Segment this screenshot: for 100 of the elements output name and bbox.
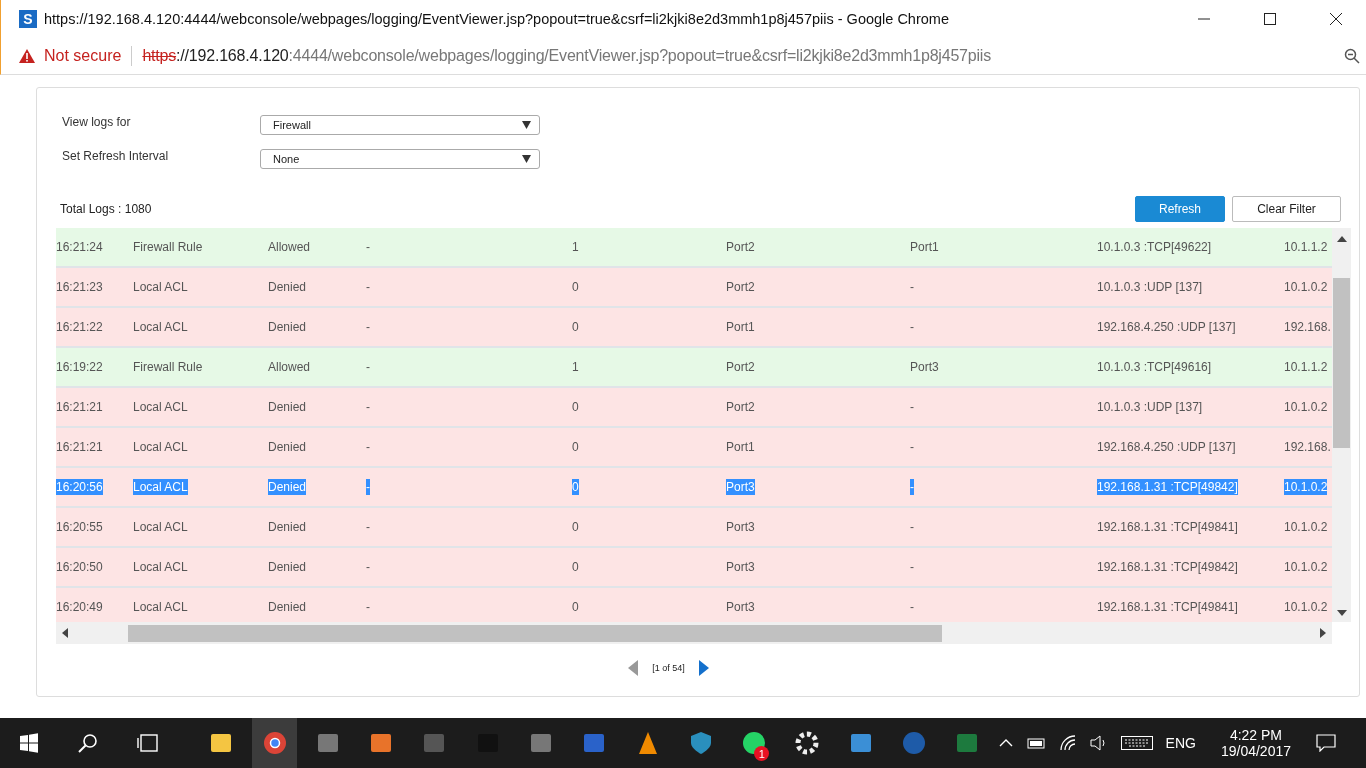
table-cell: - bbox=[366, 359, 370, 375]
security-status[interactable]: Not secure bbox=[44, 47, 122, 65]
table-cell: 10.1.0.2 bbox=[1284, 519, 1328, 535]
table-cell: 0 bbox=[572, 399, 579, 415]
filter-label: View logs for bbox=[62, 115, 132, 129]
table-cell: Port2 bbox=[726, 239, 755, 255]
table-cell: 16:20:49 bbox=[56, 599, 103, 615]
log-row[interactable]: 16:21:21 Local ACL Denied - 0 Port2 - 10.1.0.3 :UDP [137] 10.1.0.2 bbox=[56, 388, 1332, 428]
table-cell: 192.168.4.250 :UDP [137] bbox=[1097, 319, 1236, 335]
refresh-button[interactable]: Refresh bbox=[1135, 196, 1225, 222]
scroll-up-icon[interactable] bbox=[1336, 236, 1347, 242]
dropdown-arrow-icon bbox=[522, 121, 531, 129]
log-row[interactable]: 16:20:50 Local ACL Denied - 0 Port3 - 192.168.1.31 :TCP[49842] 10.1.0.2 bbox=[56, 548, 1332, 588]
log-row[interactable]: 16:20:49 Local ACL Denied - 0 Port3 - 192.168.1.31 :TCP[49841] 10.1.0.2 bbox=[56, 588, 1332, 622]
filter-label: Set Refresh Interval bbox=[62, 149, 170, 163]
table-cell: 192.168.1.31 :TCP[49841] bbox=[1097, 519, 1238, 535]
table-cell: - bbox=[910, 399, 914, 415]
dropdown[interactable]: Firewall bbox=[260, 115, 540, 135]
table-cell: 10.1.0.3 :TCP[49616] bbox=[1097, 359, 1212, 375]
table-cell: 16:21:24 bbox=[56, 239, 103, 255]
table-cell: - bbox=[910, 519, 914, 535]
scroll-right-icon[interactable] bbox=[1320, 628, 1326, 638]
table-cell: - bbox=[366, 479, 370, 495]
horizontal-scrollbar[interactable] bbox=[56, 622, 1332, 644]
table-cell: Port3 bbox=[726, 559, 755, 575]
gear-icon bbox=[794, 730, 821, 756]
table-cell: Port3 bbox=[726, 479, 755, 495]
table-cell: 192.168. bbox=[1284, 439, 1331, 455]
dropdown[interactable]: None bbox=[260, 149, 540, 169]
table-cell: Local ACL bbox=[133, 439, 188, 455]
table-cell: 1 bbox=[572, 239, 579, 255]
table-cell: Port3 bbox=[910, 359, 939, 375]
table-cell: 16:19:22 bbox=[56, 359, 103, 375]
table-cell: Port2 bbox=[726, 359, 755, 375]
clear-filter-button[interactable]: Clear Filter bbox=[1232, 196, 1341, 222]
table-cell: 192.168.4.250 :UDP [137] bbox=[1097, 439, 1236, 455]
table-cell: 0 bbox=[572, 559, 579, 575]
table-cell: Local ACL bbox=[133, 279, 188, 295]
table-cell: Port2 bbox=[726, 399, 755, 415]
table-cell: Allowed bbox=[268, 239, 311, 255]
taskbar-button[interactable]: 1 bbox=[732, 718, 777, 768]
notification-badge: 1 bbox=[754, 746, 770, 761]
log-row[interactable]: 16:19:22 Firewall Rule Allowed - 1 Port2 Port3 10.1.0.3 :TCP[49616] 10.1.1.2 bbox=[56, 348, 1332, 388]
scroll-down-icon[interactable] bbox=[1336, 610, 1347, 616]
log-row[interactable]: 16:20:55 Local ACL Denied - 0 Port3 - 192.168.1.31 :TCP[49841] 10.1.0.2 bbox=[56, 508, 1332, 548]
keyboard-icon[interactable] bbox=[1120, 735, 1153, 751]
table-cell: - bbox=[910, 279, 914, 295]
table-cell: Local ACL bbox=[133, 519, 188, 535]
language-indicator[interactable]: ENG bbox=[1165, 735, 1196, 751]
table-cell: - bbox=[366, 319, 370, 335]
table-cell: Local ACL bbox=[133, 319, 188, 335]
table-cell: 192.168.1.31 :TCP[49842] bbox=[1097, 559, 1238, 575]
table-cell: 16:20:56 bbox=[56, 479, 103, 495]
table-cell: 0 bbox=[572, 479, 579, 495]
clock-date[interactable]: 19/04/2017 bbox=[1220, 743, 1291, 759]
table-cell: - bbox=[366, 439, 370, 455]
table-cell: 10.1.0.3 :UDP [137] bbox=[1097, 279, 1203, 295]
table-cell: 16:20:55 bbox=[56, 519, 103, 535]
table-cell: Local ACL bbox=[133, 599, 188, 615]
close-icon[interactable] bbox=[1330, 13, 1342, 25]
log-row[interactable]: 16:21:24 Firewall Rule Allowed - 1 Port2 Port1 10.1.0.3 :TCP[49622] 10.1.1.2 bbox=[56, 228, 1332, 268]
caret-icon[interactable] bbox=[998, 739, 1013, 747]
table-cell: - bbox=[910, 479, 914, 495]
table-cell: 192.168.1.31 :TCP[49842] bbox=[1097, 479, 1238, 495]
table-cell: 0 bbox=[572, 439, 579, 455]
zoom-icon[interactable] bbox=[1344, 48, 1360, 64]
log-row[interactable]: 16:21:21 Local ACL Denied - 0 Port1 - 192.168.4.250 :UDP [137] 192.168. bbox=[56, 428, 1332, 468]
table-cell: Local ACL bbox=[133, 559, 188, 575]
table-cell: 10.1.0.2 bbox=[1284, 479, 1328, 495]
table-cell: 0 bbox=[572, 319, 579, 335]
table-cell: - bbox=[366, 519, 370, 535]
table-cell: Firewall Rule bbox=[133, 359, 203, 375]
windows-logo-icon[interactable] bbox=[20, 733, 39, 753]
table-cell: - bbox=[910, 559, 914, 575]
battery-icon[interactable] bbox=[1025, 737, 1046, 749]
table-cell: 192.168.1.31 :TCP[49841] bbox=[1097, 599, 1238, 615]
log-row[interactable]: 16:21:23 Local ACL Denied - 0 Port2 - 10.1.0.3 :UDP [137] 10.1.0.2 bbox=[56, 268, 1332, 308]
vertical-scrollbar[interactable] bbox=[1332, 228, 1351, 622]
scroll-left-icon[interactable] bbox=[62, 628, 68, 638]
table-cell: Port2 bbox=[726, 279, 755, 295]
maximize-icon[interactable] bbox=[1264, 13, 1276, 25]
table-cell: Denied bbox=[268, 519, 307, 535]
clock-time[interactable]: 4:22 PM bbox=[1229, 727, 1283, 743]
wifi-icon[interactable] bbox=[1058, 735, 1077, 751]
url-text[interactable]: https://192.168.4.120:4444/webconsole/webpages/logging/EventViewer.jsp?popout=true&csrf=li2kjki8e2d3mmh1p8j457piis bbox=[142, 47, 992, 65]
table-cell: Port3 bbox=[726, 519, 755, 535]
table-cell: 16:21:21 bbox=[56, 439, 103, 455]
table-cell: 192.168. bbox=[1284, 319, 1331, 335]
app-icon bbox=[261, 730, 288, 756]
table-cell: Port1 bbox=[726, 319, 755, 335]
speaker-icon[interactable] bbox=[1089, 735, 1108, 751]
table-cell: 16:20:50 bbox=[56, 559, 103, 575]
page-indicator: [1 of 54] bbox=[652, 663, 685, 673]
notification-icon[interactable] bbox=[1316, 734, 1336, 752]
app-logo: S bbox=[19, 10, 37, 28]
next-page-icon[interactable] bbox=[698, 660, 709, 676]
log-row[interactable]: 16:21:22 Local ACL Denied - 0 Port1 - 192.168.4.250 :UDP [137] 192.168. bbox=[56, 308, 1332, 348]
search-icon[interactable] bbox=[78, 733, 97, 753]
task-view-icon[interactable] bbox=[136, 734, 160, 752]
table-cell: Denied bbox=[268, 399, 307, 415]
